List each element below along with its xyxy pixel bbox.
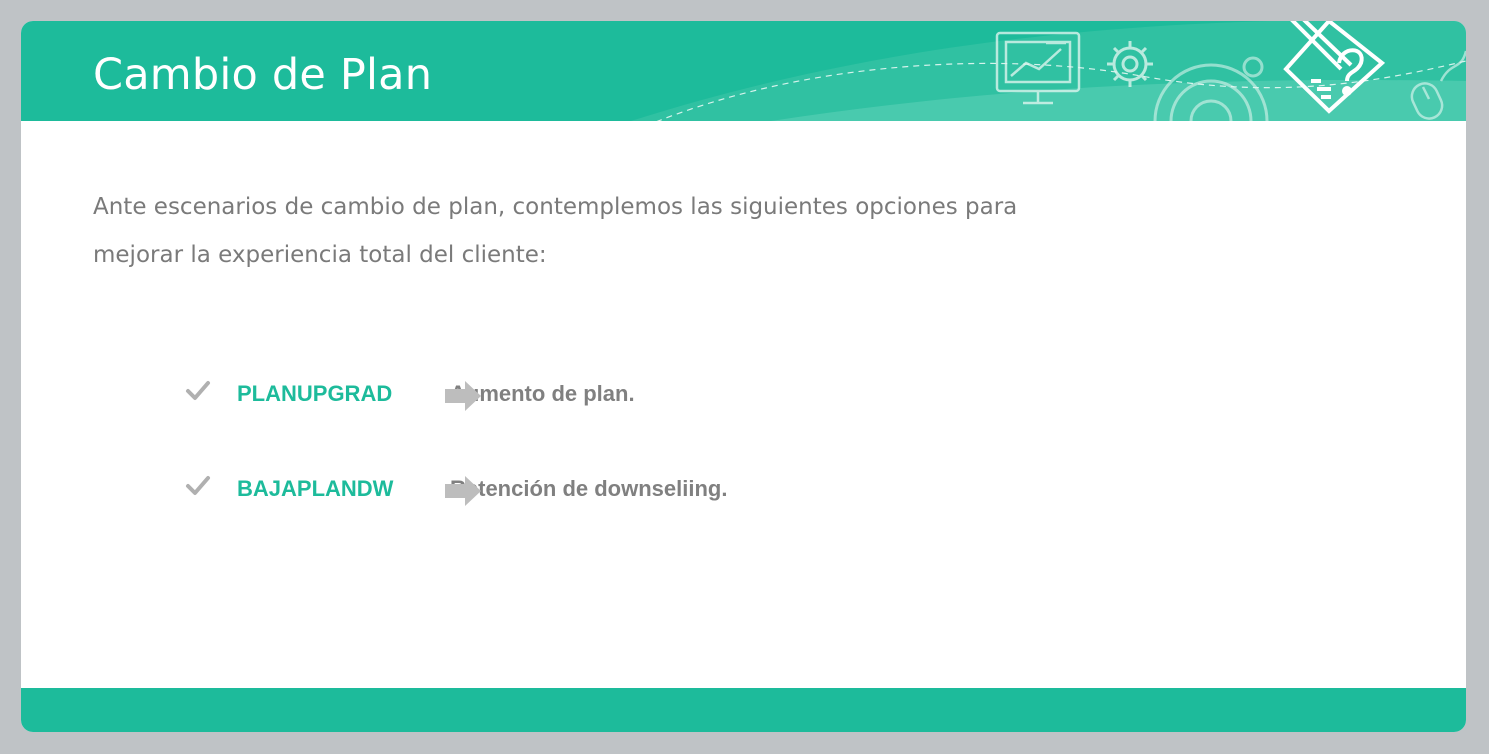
- check-icon: [186, 476, 210, 495]
- option-code: BAJAPLANDW: [237, 476, 394, 501]
- header-banner: Cambio de Plan: [21, 21, 1466, 121]
- page-title: Cambio de Plan: [93, 50, 433, 100]
- arrow-right-icon: [445, 476, 481, 506]
- check-icon: [186, 381, 210, 400]
- list-item: PLANUPGRAD Aumento de plan.: [21, 377, 921, 417]
- intro-paragraph: Ante escenarios de cambio de plan, conte…: [93, 194, 1018, 268]
- option-code: PLANUPGRAD: [237, 381, 393, 406]
- list-item: BAJAPLANDW Retención de downseliing.: [21, 472, 921, 512]
- slide: Cambio de Plan Ante escenarios de cambio…: [21, 21, 1466, 732]
- footer-bar: [21, 688, 1466, 732]
- arrow-right-icon: [445, 381, 481, 411]
- option-description: Retención de downseliing.: [450, 476, 728, 501]
